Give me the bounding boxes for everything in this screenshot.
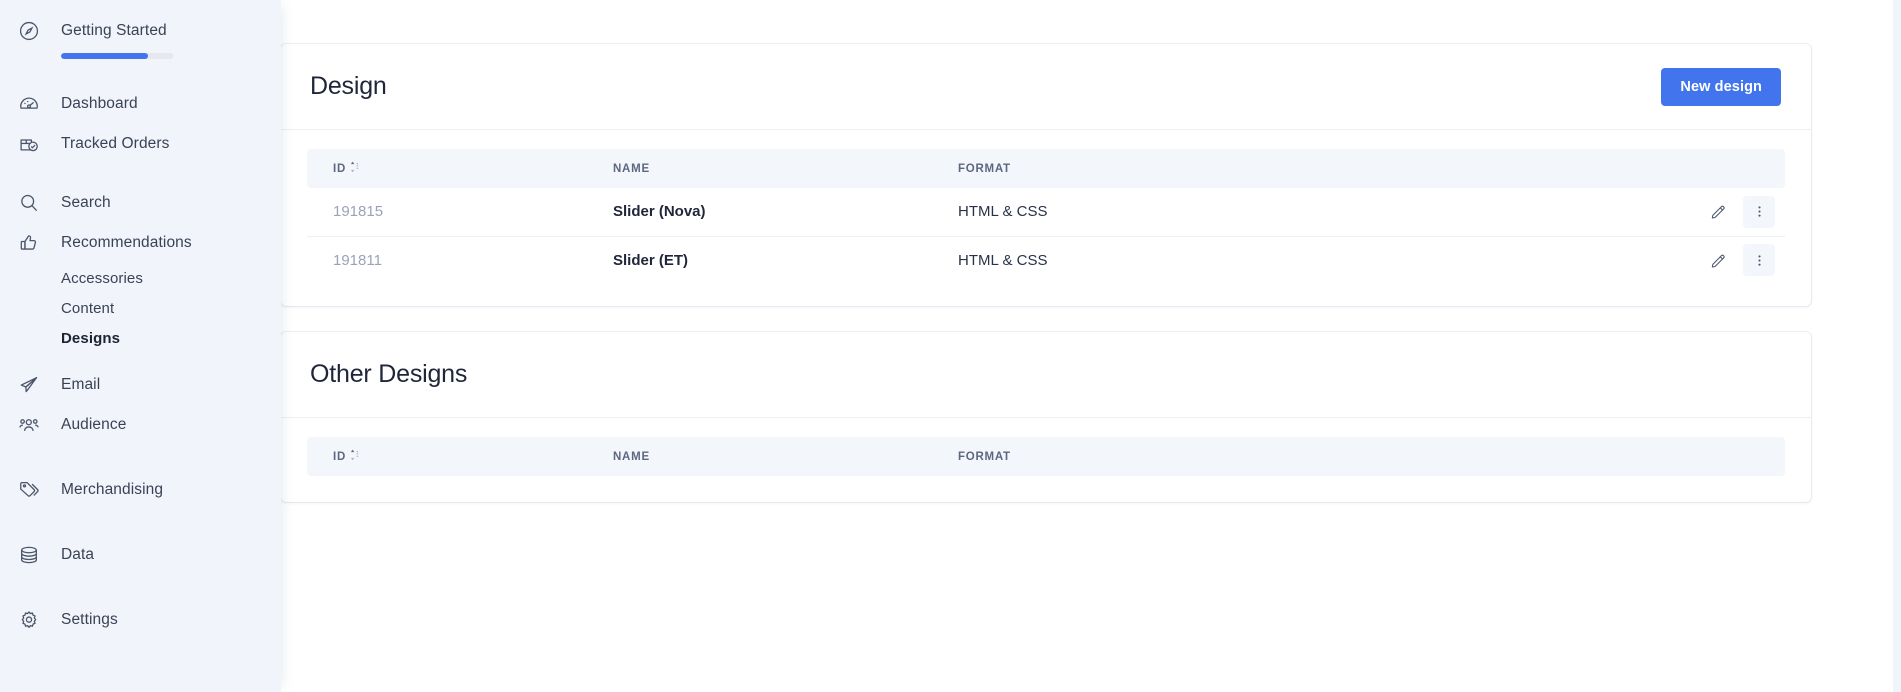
app-root: Getting Started Dashboard Tracked Orders… [0,0,1901,692]
design-table-body: 191815 Slider (Nova) HTML & CSS 191811 Slide… [307,188,1785,284]
more-vertical-icon[interactable] [1743,244,1775,277]
cell-format: HTML & CSS [958,251,1048,269]
more-vertical-icon[interactable] [1743,195,1775,228]
cell-name: Slider (Nova) [587,188,932,237]
column-header-actions [1605,437,1785,476]
sidebar-item-label: Search [61,194,111,211]
other-designs-table: ID NAME FORMAT [307,437,1785,476]
edit-pencil-icon[interactable] [1703,197,1733,227]
cell-format: HTML & CSS [932,188,1605,237]
column-header-id[interactable]: ID [307,149,587,188]
magnifier-icon [18,188,48,218]
sidebar-item-label: Getting Started [61,22,167,39]
design-card: Design New design ID NAME FORMAT 191815 … [281,44,1811,306]
sort-arrows-icon [350,449,359,464]
compass-icon [18,16,48,46]
thumbs-up-icon [18,228,48,258]
paper-plane-icon [18,370,48,400]
cell-actions [1605,188,1785,237]
cell-name: Slider (ET) [613,251,689,269]
sidebar-item-label: Accessories [61,269,143,287]
cell-id: 191811 [333,251,382,269]
table-row[interactable]: 191811 Slider (ET) HTML & CSS [307,236,1785,284]
sidebar-item-recommendations[interactable]: Recommendations [0,223,281,263]
sidebar-item-label: Dashboard [61,95,138,112]
gear-icon [18,605,48,635]
column-header-name[interactable]: NAME [587,149,932,188]
page-title: Design [310,72,387,100]
other-designs-table-wrapper: ID NAME FORMAT [281,418,1811,502]
table-header-row: ID NAME FORMAT [307,437,1785,476]
design-table: ID NAME FORMAT 191815 Slider (Nova) HTML &… [307,149,1785,284]
other-designs-table-head: ID NAME FORMAT [307,437,1785,476]
sidebar-item-search[interactable]: Search [0,183,281,223]
sidebar-item-label: Audience [61,416,127,433]
column-header-format[interactable]: FORMAT [932,149,1605,188]
main-content: Design New design ID NAME FORMAT 191815 … [281,0,1901,692]
design-table-head: ID NAME FORMAT [307,149,1785,188]
sidebar-item-email[interactable]: Email [0,365,281,405]
column-header-actions [1605,149,1785,188]
box-check-icon [18,129,48,159]
sidebar-item-label: Recommendations [61,234,192,251]
cell-id: 191815 [307,188,587,237]
sidebar-item-label: Designs [61,329,121,347]
sidebar-item-merchandising[interactable]: Merchandising [0,470,281,510]
sidebar-item-label: Settings [61,611,118,628]
sidebar-item-audience[interactable]: Audience [0,405,281,445]
people-icon [18,410,48,440]
gauge-icon [18,89,48,119]
sidebar-item-data[interactable]: Data [0,535,281,575]
database-icon [18,540,48,570]
sidebar: Getting Started Dashboard Tracked Orders… [0,0,281,692]
table-row[interactable]: 191815 Slider (Nova) HTML & CSS [307,188,1785,237]
sidebar-item-label: Data [61,546,95,563]
column-header-id[interactable]: ID [307,437,587,476]
column-header-id-label: ID [333,163,346,175]
sidebar-item-label: Content [61,299,115,317]
sidebar-item-tracked-orders[interactable]: Tracked Orders [0,124,281,164]
new-design-button[interactable]: New design [1661,67,1781,106]
sort-arrows-icon [350,161,359,176]
sidebar-item-getting-started[interactable]: Getting Started [0,14,281,48]
sidebar-item-designs[interactable]: Designs [0,323,281,353]
column-header-id-label: ID [333,451,346,463]
design-card-header: Design New design [281,44,1811,130]
column-header-name[interactable]: NAME [587,437,932,476]
page-background [281,600,1901,692]
tag-icon [18,475,48,505]
row-actions [1631,195,1775,228]
design-table-wrapper: ID NAME FORMAT 191815 Slider (Nova) HTML &… [281,130,1811,306]
edit-pencil-icon[interactable] [1703,245,1733,275]
column-header-format[interactable]: FORMAT [932,437,1605,476]
sidebar-item-accessories[interactable]: Accessories [0,263,281,293]
other-designs-card: Other Designs ID NAME FORMAT [281,332,1811,502]
sidebar-item-settings[interactable]: Settings [0,600,281,640]
sidebar-item-label: Merchandising [61,481,164,498]
other-designs-title: Other Designs [310,360,468,388]
right-gutter [1893,0,1901,692]
table-header-row: ID NAME FORMAT [307,149,1785,188]
row-actions [1631,244,1775,277]
sidebar-item-content[interactable]: Content [0,293,281,323]
sidebar-item-dashboard[interactable]: Dashboard [0,84,281,124]
sidebar-item-label: Email [61,376,101,393]
cell-actions [1605,236,1785,284]
other-designs-card-header: Other Designs [281,332,1811,418]
sidebar-item-label: Tracked Orders [61,135,170,152]
